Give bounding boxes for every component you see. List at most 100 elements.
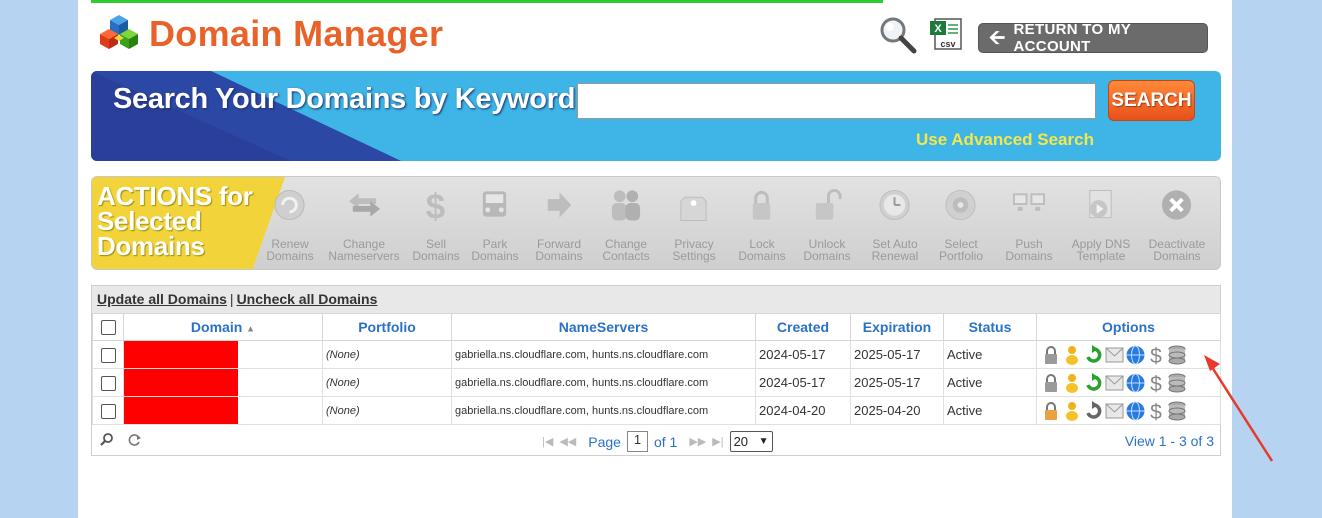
select-all-checkbox[interactable] — [100, 320, 116, 336]
action-push-domains[interactable]: Push Domains — [990, 187, 1068, 262]
row-checkbox[interactable] — [100, 375, 116, 391]
domain-cell[interactable] — [123, 368, 323, 397]
dollar-icon[interactable]: $ — [1147, 373, 1166, 393]
search-input[interactable] — [577, 83, 1096, 119]
last-page-icon[interactable]: ▶| — [712, 435, 723, 448]
portfolio-icon — [945, 189, 976, 221]
row-checkbox[interactable] — [100, 403, 116, 419]
database-icon[interactable] — [1168, 345, 1187, 365]
return-to-account-button[interactable]: 🡨 RETURN TO MY ACCOUNT — [978, 21, 1208, 55]
portfolio-cell: (None) — [322, 340, 452, 369]
status-cell: Active — [943, 340, 1037, 369]
forward-arrow-icon — [547, 192, 572, 218]
domain-cell[interactable] — [123, 396, 323, 425]
update-all-domains-link[interactable]: Update all Domains — [97, 291, 227, 307]
unlock-icon — [815, 188, 842, 220]
actions-label: ACTIONS for Selected Domains — [97, 181, 253, 261]
redacted-domain — [124, 341, 238, 368]
table-row: (None) gabriella.ns.cloudflare.com, hunts… — [92, 340, 1221, 369]
nameservers-cell: gabriella.ns.cloudflare.com, hunts.ns.cl… — [451, 340, 756, 369]
dollar-icon[interactable]: $ — [1147, 345, 1166, 365]
email-icon[interactable] — [1105, 373, 1124, 393]
cubes-logo-icon — [100, 15, 138, 49]
search-banner: Search Your Domains by Keyword SEARCH Us… — [91, 71, 1221, 161]
renew-arrow-icon[interactable] — [1084, 400, 1103, 421]
lock-icon[interactable] — [1042, 401, 1061, 421]
email-icon[interactable] — [1105, 401, 1124, 421]
renew-arrow-icon[interactable] — [1084, 372, 1103, 393]
action-change-nameservers[interactable]: Change Nameservers — [325, 187, 403, 262]
csv-export-icon[interactable]: X csv — [929, 18, 965, 52]
dollar-icon[interactable]: $ — [1147, 401, 1166, 421]
redacted-domain — [124, 369, 238, 396]
annotation-arrow-icon — [1204, 355, 1274, 462]
svg-text:$: $ — [1150, 401, 1162, 421]
database-icon[interactable] — [1168, 401, 1187, 421]
domain-grid: Update all Domains | Uncheck all Domains D… — [91, 285, 1221, 456]
globe-icon[interactable] — [1126, 345, 1145, 365]
action-renew-domains[interactable]: Renew Domains — [251, 187, 329, 262]
domain-cell[interactable] — [123, 340, 323, 369]
dollar-icon: $ — [426, 188, 445, 227]
grid-search-icon[interactable] — [100, 433, 114, 450]
col-expiration[interactable]: Expiration — [850, 313, 944, 341]
action-deactivate-domains[interactable]: Deactivate Domains — [1138, 187, 1216, 262]
portfolio-cell: (None) — [322, 396, 452, 425]
prev-page-icon[interactable]: ◀◀ — [559, 435, 576, 448]
svg-text:X: X — [934, 23, 942, 35]
dns-template-icon — [1089, 189, 1112, 219]
clock-icon — [879, 189, 910, 221]
action-change-contacts[interactable]: Change Contacts — [587, 187, 665, 262]
database-icon[interactable] — [1168, 373, 1187, 393]
action-select-portfolio[interactable]: Select Portfolio — [922, 187, 1000, 262]
expiration-cell: 2025-05-17 — [850, 368, 944, 397]
swap-arrows-icon — [348, 193, 381, 217]
col-portfolio[interactable]: Portfolio — [322, 313, 452, 341]
lock-icon — [752, 190, 771, 220]
grid-toolbar: Update all Domains | Uncheck all Domains — [92, 286, 1220, 313]
advanced-search-link[interactable]: Use Advanced Search — [916, 130, 1094, 150]
row-checkbox[interactable] — [100, 347, 116, 363]
col-nameservers[interactable]: NameServers — [451, 313, 756, 341]
contact-person-icon[interactable] — [1063, 401, 1082, 421]
people-icon — [611, 190, 641, 221]
lock-icon[interactable] — [1042, 345, 1061, 365]
expiration-cell: 2025-05-17 — [850, 340, 944, 369]
page-count: of 1 — [653, 433, 678, 450]
page-size-select[interactable]: 20 ▼ — [729, 431, 773, 452]
options-cell: $ — [1036, 340, 1221, 369]
contact-person-icon[interactable] — [1063, 373, 1082, 393]
page-label: Page — [588, 433, 621, 450]
top-accent-line — [91, 0, 883, 3]
col-status[interactable]: Status — [943, 313, 1037, 341]
col-created[interactable]: Created — [755, 313, 851, 341]
actions-bar: ACTIONS for Selected Domains Renew Domain… — [91, 176, 1221, 270]
contact-person-icon[interactable] — [1063, 345, 1082, 365]
renew-arrow-icon[interactable] — [1084, 344, 1103, 365]
car-icon — [482, 191, 507, 217]
globe-icon[interactable] — [1126, 401, 1145, 421]
col-options: Options — [1036, 313, 1221, 341]
action-unlock-domains[interactable]: Unlock Domains — [788, 187, 866, 262]
search-icon[interactable] — [878, 16, 918, 54]
col-domain[interactable]: Domain ▲ — [123, 313, 323, 341]
lock-icon[interactable] — [1042, 373, 1061, 393]
action-apply-dns-template[interactable]: Apply DNS Template — [1062, 187, 1140, 262]
action-privacy-settings[interactable]: Privacy Settings — [655, 187, 733, 262]
portfolio-cell: (None) — [322, 368, 452, 397]
page-number-input[interactable]: 1 — [626, 431, 648, 452]
first-page-icon[interactable]: |◀ — [542, 435, 553, 448]
globe-icon[interactable] — [1126, 373, 1145, 393]
domain-table: Domain ▲ Portfolio NameServers Created E… — [92, 313, 1221, 425]
created-cell: 2024-04-20 — [755, 396, 851, 425]
uncheck-all-domains-link[interactable]: Uncheck all Domains — [237, 291, 378, 307]
page-title: Domain Manager — [149, 13, 444, 54]
close-circle-icon — [1161, 190, 1192, 220]
email-icon[interactable] — [1105, 345, 1124, 365]
privacy-tag-icon — [680, 196, 707, 222]
grid-refresh-icon[interactable] — [128, 433, 142, 450]
options-cell: $ — [1036, 396, 1221, 425]
status-cell: Active — [943, 396, 1037, 425]
next-page-icon[interactable]: ▶▶ — [689, 435, 706, 448]
search-button[interactable]: SEARCH — [1108, 80, 1195, 121]
